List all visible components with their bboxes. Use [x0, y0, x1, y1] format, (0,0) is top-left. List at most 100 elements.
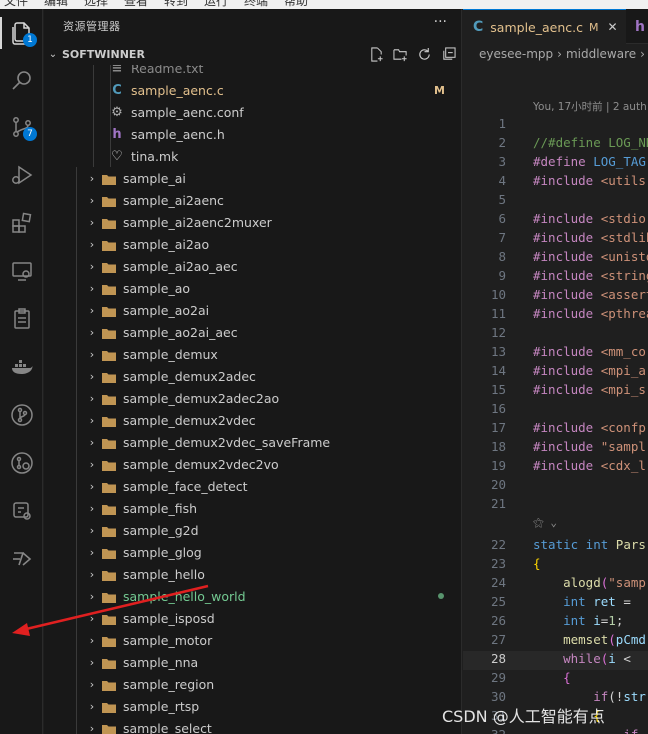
tree-row-folder[interactable]: › sample_ai2ao_aec: [44, 255, 461, 277]
menu-file[interactable]: 文件: [4, 0, 28, 9]
tree-row-folder[interactable]: › sample_rtsp: [44, 695, 461, 717]
menu-edit[interactable]: 编辑: [44, 0, 68, 9]
menu-run[interactable]: 运行: [204, 0, 228, 9]
menu-help[interactable]: 帮助: [284, 0, 308, 9]
tree-row-folder[interactable]: › sample_face_detect: [44, 475, 461, 497]
more-actions-button[interactable]: ···: [434, 14, 447, 30]
menu-terminal[interactable]: 终端: [244, 0, 268, 9]
tree-row-folder[interactable]: › sample_ai2aenc2muxer: [44, 211, 461, 233]
tree-row-folder[interactable]: › sample_ao2ai_aec: [44, 321, 461, 343]
folder-label: sample_ao: [123, 280, 191, 296]
file-label: Readme.txt: [131, 65, 204, 76]
tree-row-folder[interactable]: › sample_motor: [44, 629, 461, 651]
folder-label: sample_glog: [123, 544, 202, 560]
docker-icon[interactable]: [0, 347, 43, 387]
extensions-icon[interactable]: [0, 203, 43, 243]
tree-row-folder[interactable]: › sample_nna: [44, 651, 461, 673]
chevron-right-icon: ›: [640, 47, 645, 61]
folder-icon: [102, 371, 116, 383]
tree-row-sample-aenc-h[interactable]: h sample_aenc.h: [44, 123, 461, 145]
tree-row-folder[interactable]: › sample_ao2ai: [44, 299, 461, 321]
run-debug-icon[interactable]: [0, 155, 43, 195]
tree-row-folder[interactable]: › sample_hello: [44, 563, 461, 585]
tree-row-readme[interactable]: ≡ Readme.txt: [44, 65, 461, 79]
tree-row-folder[interactable]: › sample_region: [44, 673, 461, 695]
refresh-icon[interactable]: [415, 45, 433, 63]
breadcrumb-item[interactable]: eyesee-mpp: [479, 47, 553, 61]
folder-label: sample_demux2adec: [123, 368, 256, 384]
folder-label: sample_face_detect: [123, 478, 248, 494]
tree-row-folder[interactable]: › sample_ai2aenc: [44, 189, 461, 211]
tree-row-folder[interactable]: › sample_hello_world: [44, 585, 461, 607]
close-icon[interactable]: ✕: [607, 20, 617, 34]
folder-icon: [102, 349, 116, 361]
code-line: 21: [490, 496, 506, 511]
code-line: 24 alogd("samp: [490, 575, 646, 590]
activity-bar: 1 7: [0, 9, 43, 734]
git-blame-lens[interactable]: You, 17小时前 | 2 auth: [533, 99, 647, 114]
folder-label: sample_demux: [123, 346, 218, 362]
testing-icon[interactable]: [0, 539, 43, 579]
search-icon[interactable]: [0, 60, 43, 100]
chevron-right-icon: ›: [89, 721, 95, 734]
sidebar-title: 资源管理器: [63, 20, 121, 33]
chevron-right-icon: ›: [89, 655, 95, 669]
chevron-right-icon: ›: [89, 501, 95, 515]
folder-label: sample_select: [123, 720, 212, 734]
chevron-right-icon: ›: [89, 413, 95, 427]
tree-row-folder[interactable]: › sample_demux2adec2ao: [44, 387, 461, 409]
folder-label: sample_region: [123, 676, 215, 692]
folder-label: sample_g2d: [123, 522, 199, 538]
folder-icon: [102, 173, 116, 185]
menu-goto[interactable]: 转到: [164, 0, 188, 9]
tree-row-tina-mk[interactable]: ♡ tina.mk: [44, 145, 461, 167]
tab-sample-aenc-h[interactable]: h: [627, 9, 648, 44]
folder-label: sample_ai2ao_aec: [123, 258, 238, 274]
git-history-icon[interactable]: [0, 443, 43, 483]
folder-icon: [102, 415, 116, 427]
source-control-icon[interactable]: 7: [0, 107, 43, 147]
workspace-name: SOFTWINNER: [62, 47, 145, 61]
explorer-actions: [367, 45, 457, 63]
tree-row-folder[interactable]: › sample_ao: [44, 277, 461, 299]
tree-row-folder[interactable]: › sample_demux2vdec_saveFrame: [44, 431, 461, 453]
tree-row-folder[interactable]: › sample_select: [44, 717, 461, 734]
tree-row-sample-aenc-c[interactable]: C sample_aenc.c M: [44, 79, 461, 101]
folder-label: sample_demux2adec2ao: [123, 390, 280, 406]
folder-icon: [102, 569, 116, 581]
code-line-current: 28 while(i <: [463, 651, 648, 670]
remote-explorer-icon[interactable]: [0, 251, 43, 291]
tree-row-folder[interactable]: › sample_ai2ao: [44, 233, 461, 255]
collapse-all-icon[interactable]: [439, 45, 457, 63]
clipboard-icon[interactable]: [0, 299, 43, 339]
menu-select[interactable]: 选择: [84, 0, 108, 9]
breadcrumb-item[interactable]: middleware: [566, 47, 636, 61]
explorer-icon[interactable]: 1: [0, 13, 43, 53]
menu-view[interactable]: 查看: [124, 0, 148, 9]
tree-row-folder[interactable]: › sample_demux2adec: [44, 365, 461, 387]
new-folder-icon[interactable]: [391, 45, 409, 63]
tree-row-folder[interactable]: › sample_demux: [44, 343, 461, 365]
tree-row-folder[interactable]: › sample_demux2vdec2vo: [44, 453, 461, 475]
tree-row-folder[interactable]: › sample_fish: [44, 497, 461, 519]
copilot-icon[interactable]: [0, 491, 43, 531]
folder-icon: [102, 701, 116, 713]
tree-row-folder[interactable]: › sample_demux2vdec: [44, 409, 461, 431]
code-line: 14 #include <mpi_a: [490, 363, 646, 378]
tree-row-folder[interactable]: › sample_g2d: [44, 519, 461, 541]
tree-row-folder[interactable]: › sample_glog: [44, 541, 461, 563]
folder-label: sample_fish: [123, 500, 198, 516]
tree-row-folder[interactable]: › sample_ai: [44, 167, 461, 189]
tree-row-folder[interactable]: › sample_isposd: [44, 607, 461, 629]
code-line: 11#include <pthread: [490, 306, 648, 321]
code-line: 15 #include <mpi_s: [490, 382, 646, 397]
tab-sample-aenc-c[interactable]: C sample_aenc.c M ✕: [463, 9, 626, 44]
folder-icon: [102, 723, 116, 734]
git-graph-icon[interactable]: [0, 395, 43, 435]
folder-label: sample_ai2aenc2muxer: [123, 214, 272, 230]
code-line: 7#include <stdlib: [498, 230, 648, 245]
tree-row-sample-aenc-conf[interactable]: ⚙ sample_aenc.conf: [44, 101, 461, 123]
new-file-icon[interactable]: [367, 45, 385, 63]
code-line: 20: [490, 477, 506, 492]
chevron-right-icon: ›: [89, 677, 95, 691]
